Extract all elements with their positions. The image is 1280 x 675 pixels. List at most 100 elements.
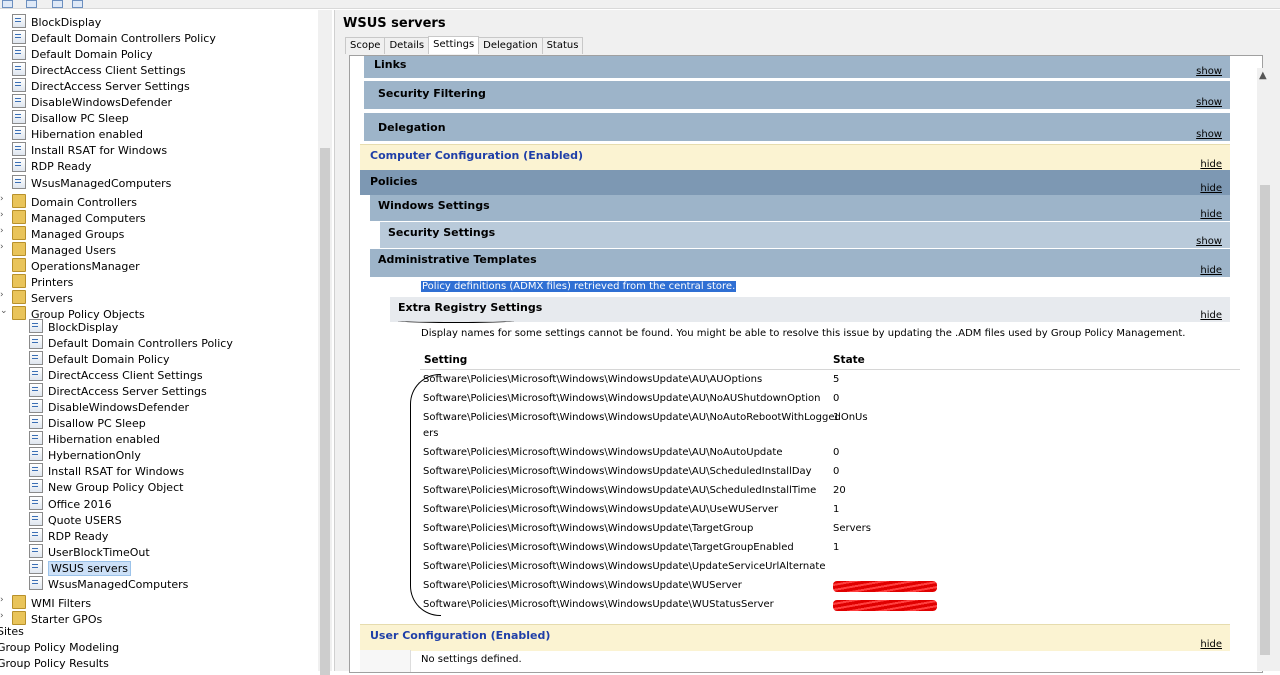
expand-arrow-icon[interactable]: › — [0, 239, 4, 255]
tree-item[interactable]: RDP Ready — [29, 527, 108, 544]
tree-item[interactable]: DisableWindowsDefender — [29, 399, 189, 415]
column-header-setting: Setting — [424, 354, 468, 366]
tree-item[interactable]: Quote USERS — [29, 511, 122, 528]
gpo-link-icon — [12, 110, 26, 125]
tab-details[interactable]: Details — [384, 37, 430, 54]
toolbar-button-icon[interactable] — [26, 0, 37, 8]
tree-item[interactable]: › Starter GPOs — [0, 608, 102, 626]
tree-item[interactable]: Disallow PC Sleep — [29, 415, 146, 431]
expand-arrow-icon[interactable]: › — [0, 592, 4, 608]
tree-item-label: Group Policy Modeling — [0, 640, 120, 654]
hide-link[interactable]: hide — [1200, 265, 1222, 276]
folder-icon — [12, 225, 26, 240]
setting-state: 1 — [833, 504, 840, 515]
expand-arrow-icon[interactable]: › — [0, 191, 4, 207]
show-link[interactable]: show — [1196, 66, 1222, 77]
show-link[interactable]: show — [1196, 97, 1222, 108]
tree-item[interactable]: RDP Ready — [12, 158, 91, 174]
tree-item-label: WsusManagedComputers — [31, 176, 172, 190]
gpo-icon — [29, 527, 43, 542]
expand-arrow-icon[interactable]: › — [0, 608, 4, 624]
section-links: Links show — [364, 56, 1230, 78]
tree-item[interactable]: BlockDisplay — [29, 318, 118, 335]
tab-status[interactable]: Status — [541, 37, 584, 54]
expand-arrow-icon[interactable]: › — [0, 207, 4, 223]
tree-item[interactable]: Install RSAT for Windows — [29, 463, 184, 479]
hide-link[interactable]: hide — [1200, 159, 1222, 170]
tree-item[interactable]: DirectAccess Server Settings — [12, 78, 190, 94]
toolbar-button-icon[interactable] — [2, 0, 13, 8]
hide-link[interactable]: hide — [1200, 639, 1222, 650]
report-scrollbar[interactable]: ▲ — [1257, 68, 1273, 671]
tree-item[interactable]: BlockDisplay — [12, 14, 101, 30]
tree-item[interactable]: Default Domain Policy — [29, 351, 170, 367]
gpo-tree: BlockDisplay Default Domain Controllers P… — [0, 10, 318, 671]
tree-item[interactable]: Default Domain Controllers Policy — [29, 335, 233, 351]
tree-item[interactable]: ⌄ Group Policy Objects — [0, 303, 145, 321]
details-pane: WSUS servers Scope Details Settings Delegat… — [334, 10, 1280, 673]
folder-icon — [12, 305, 26, 320]
tree-item[interactable]: Group Policy Results — [0, 656, 109, 671]
expand-arrow-icon[interactable]: › — [0, 223, 4, 239]
annotation-bracket — [410, 374, 441, 616]
setting-state: 1 — [833, 542, 840, 553]
section-label: Computer Configuration (Enabled) — [370, 149, 583, 162]
tree-item[interactable]: Sites — [0, 624, 24, 640]
setting-state: 0 — [833, 393, 840, 404]
hide-link[interactable]: hide — [1200, 209, 1222, 220]
setting-name: Software\Policies\Microsoft\Windows\Wind… — [423, 485, 817, 496]
annotation-underline — [398, 319, 514, 323]
tree-item[interactable]: › Domain Controllers — [0, 191, 137, 209]
tree-item[interactable]: Hibernation enabled — [29, 431, 160, 447]
gpo-icon — [29, 318, 43, 333]
tree-item[interactable]: Printers — [12, 271, 73, 289]
section-delegation: Delegation show — [364, 113, 1230, 141]
hide-link[interactable]: hide — [1200, 183, 1222, 194]
tree-item[interactable]: Default Domain Controllers Policy — [12, 30, 216, 46]
policy-definitions-note: Policy definitions (ADMX files) retrieve… — [421, 281, 737, 292]
tree-item[interactable]: › Managed Computers — [0, 207, 146, 225]
tree-item[interactable]: New Group Policy Object — [29, 479, 183, 495]
tree-item[interactable]: HybernationOnly — [29, 447, 141, 463]
folder-icon — [12, 241, 26, 256]
tree-item[interactable]: DirectAccess Client Settings — [29, 367, 203, 383]
tab-scope[interactable]: Scope — [345, 37, 386, 54]
tree-item[interactable]: DisableWindowsDefender — [12, 94, 172, 110]
tree-item[interactable]: DirectAccess Server Settings — [29, 383, 207, 399]
tree-item[interactable]: DirectAccess Client Settings — [12, 62, 186, 78]
tree-item[interactable]: Hibernation enabled — [12, 126, 143, 142]
tree-item[interactable]: Group Policy Modeling — [0, 640, 119, 656]
tree-item[interactable]: › Managed Groups — [0, 223, 124, 241]
toolbar-button-icon[interactable] — [72, 0, 83, 8]
tree-scrollbar[interactable] — [318, 10, 332, 675]
tree-item[interactable]: Default Domain Policy — [12, 46, 153, 62]
tree-item[interactable]: Install RSAT for Windows — [12, 142, 167, 158]
tree-item[interactable]: WsusManagedComputers — [29, 575, 188, 592]
show-link[interactable]: show — [1196, 236, 1222, 247]
folder-icon — [12, 257, 26, 272]
toolbar-button-icon[interactable] — [52, 0, 63, 8]
tree-item[interactable]: › WMI Filters — [0, 592, 91, 610]
tree-scroll-thumb[interactable] — [320, 148, 330, 675]
tree-item-label: New Group Policy Object — [48, 481, 184, 495]
tab-settings[interactable]: Settings — [428, 36, 480, 54]
report-scroll-thumb[interactable] — [1260, 185, 1270, 655]
expand-arrow-icon[interactable]: › — [0, 287, 4, 303]
tree-item[interactable]: WSUS servers — [29, 559, 131, 576]
tree-item[interactable]: WsusManagedComputers — [12, 174, 172, 191]
scroll-up-icon[interactable]: ▲ — [1259, 70, 1267, 81]
collapse-arrow-icon[interactable]: ⌄ — [0, 303, 8, 319]
setting-name: Software\Policies\Microsoft\Windows\Wind… — [423, 580, 742, 591]
tree-item[interactable]: UserBlockTimeOut — [29, 543, 150, 560]
tab-delegation[interactable]: Delegation — [478, 37, 543, 54]
tree-item[interactable]: OperationsManager — [12, 255, 140, 273]
gpo-icon — [29, 495, 43, 510]
tree-item-label: Office 2016 — [48, 497, 112, 511]
show-link[interactable]: show — [1196, 129, 1222, 140]
section-policies: Policies hide — [360, 170, 1230, 195]
tree-item[interactable]: Office 2016 — [29, 495, 112, 512]
tree-item[interactable]: › Managed Users — [0, 239, 116, 257]
hide-link[interactable]: hide — [1200, 310, 1222, 321]
tree-item[interactable]: Disallow PC Sleep — [12, 110, 129, 126]
tree-item[interactable]: › Servers — [0, 287, 73, 305]
